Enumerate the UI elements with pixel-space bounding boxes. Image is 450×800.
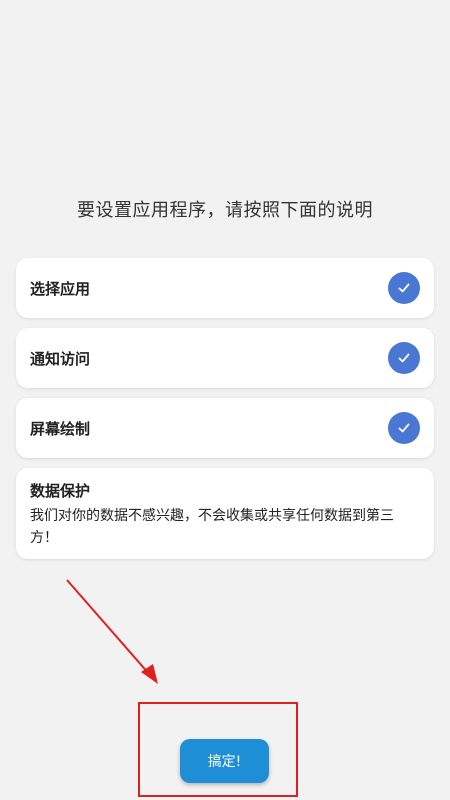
setup-screen: 要设置应用程序，请按照下面的说明 选择应用 通知访问 屏幕绘制 数据保护 我们对… xyxy=(0,0,450,800)
setup-instructions-title: 要设置应用程序，请按照下面的说明 xyxy=(77,200,373,221)
step-card-notification-access[interactable]: 通知访问 xyxy=(16,328,434,388)
step-label: 选择应用 xyxy=(30,279,91,298)
check-icon xyxy=(388,272,420,304)
step-label: 通知访问 xyxy=(30,349,91,368)
done-button[interactable]: 搞定! xyxy=(180,739,269,783)
check-icon xyxy=(388,342,420,374)
data-protection-card: 数据保护 我们对你的数据不感兴趣，不会收集或共享任何数据到第三方！ xyxy=(16,468,434,559)
data-protection-title: 数据保护 xyxy=(30,482,91,500)
data-protection-text: 我们对你的数据不感兴趣，不会收集或共享任何数据到第三方！ xyxy=(30,508,394,546)
step-card-screen-overlay[interactable]: 屏幕绘制 xyxy=(16,398,434,458)
step-card-select-app[interactable]: 选择应用 xyxy=(16,258,434,318)
step-label: 屏幕绘制 xyxy=(30,419,91,438)
check-icon xyxy=(388,412,420,444)
